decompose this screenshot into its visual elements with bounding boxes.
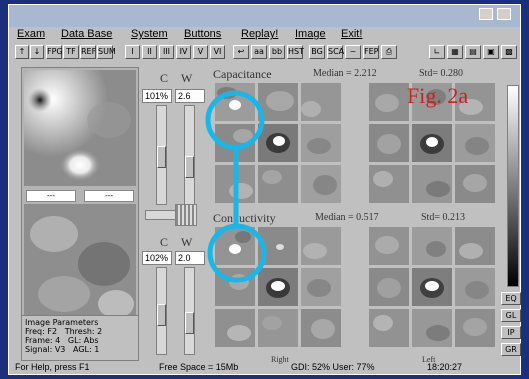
highlight-circle-bottom [207,223,267,283]
highlight-circle-top [205,90,265,150]
highlight-overlay [205,90,267,283]
